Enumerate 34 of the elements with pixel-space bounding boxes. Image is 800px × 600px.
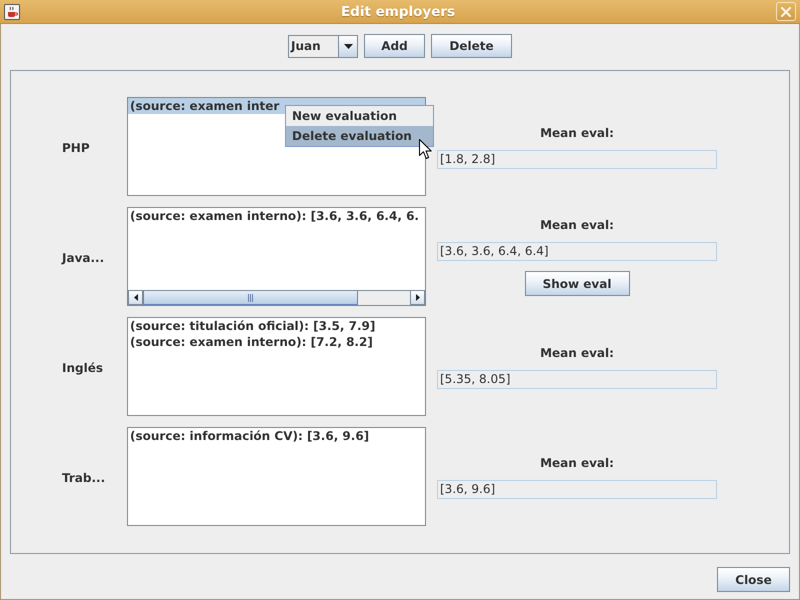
mean-eval-field[interactable]: [5.35, 8.05] — [437, 370, 717, 388]
mean-eval-label: Mean eval: — [540, 217, 614, 233]
left-triangle-icon — [134, 294, 138, 301]
list-item[interactable]: (source: examen interno): [7.2, 8.2] — [128, 334, 425, 350]
close-icon — [781, 6, 791, 16]
scroll-left-button[interactable] — [128, 291, 143, 305]
grip-icon — [248, 294, 253, 302]
show-eval-button[interactable]: Show eval — [524, 271, 630, 296]
mean-eval-label: Mean eval: — [540, 454, 614, 470]
horizontal-scrollbar[interactable] — [128, 290, 425, 305]
caret-down-icon — [344, 44, 352, 48]
skill-label: Inglés — [62, 361, 103, 375]
skill-label: PHP — [62, 141, 90, 155]
scroll-right-button[interactable] — [410, 291, 425, 305]
cup-icon — [4, 4, 20, 20]
scrollbar-thumb[interactable] — [143, 291, 358, 305]
mean-eval-field[interactable]: [3.6, 9.6] — [437, 480, 717, 498]
add-button[interactable]: Add — [364, 34, 425, 58]
mean-eval-field[interactable]: [3.6, 3.6, 6.4, 6.4] — [437, 242, 717, 261]
skill-label: Trab... — [62, 471, 106, 485]
list-item[interactable]: (source: titulación oficial): [3.5, 7.9] — [128, 318, 425, 334]
list-item[interactable]: (source: examen interno): [3.6, 3.6, 6.4, 6. — [128, 208, 425, 224]
mean-eval-label: Mean eval: — [540, 124, 614, 140]
mean-eval-label: Mean eval: — [540, 344, 614, 360]
skill-label: Java... — [62, 251, 104, 265]
list-item[interactable]: (source: información CV): [3.6, 9.6] — [128, 428, 425, 444]
close-button[interactable] — [776, 2, 796, 21]
delete-button[interactable]: Delete — [431, 34, 512, 58]
mean-eval-field[interactable]: [1.8, 2.8] — [437, 150, 717, 168]
menu-item[interactable]: Delete evaluation — [286, 126, 433, 146]
close-dialog-button[interactable]: Close — [717, 567, 790, 592]
employee-dropdown[interactable]: Juan — [288, 34, 358, 58]
window-title: Edit employers — [340, 4, 456, 20]
right-triangle-icon — [416, 294, 420, 301]
